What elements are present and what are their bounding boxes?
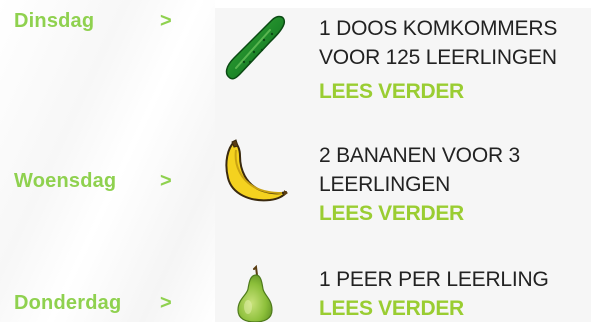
chevron-right-icon: >	[160, 10, 172, 32]
chevron-right-icon: >	[160, 170, 172, 192]
day-label: Dinsdag	[14, 10, 95, 32]
day-link-woensdag[interactable]: Woensdag >	[14, 170, 172, 193]
chevron-right-icon: >	[160, 292, 172, 314]
item-description: 1 DOOS KOMKOMMERS VOOR 125 LEERLINGEN	[319, 14, 557, 72]
read-more-link[interactable]: LEES VERDER	[319, 202, 464, 226]
pear-icon	[237, 265, 273, 322]
item-description-line: 2 BANANEN VOOR 3	[319, 144, 521, 167]
item-description-line: 1 PEER PER LEERLING	[319, 268, 549, 291]
day-label: Donderdag	[14, 292, 122, 314]
item-description-line: LEERLINGEN	[319, 173, 451, 196]
item-description: 1 PEER PER LEERLING	[319, 265, 549, 294]
day-label: Woensdag	[14, 170, 117, 192]
item-description-line: 1 DOOS KOMKOMMERS	[319, 17, 558, 40]
read-more-link[interactable]: LEES VERDER	[319, 80, 464, 104]
day-column	[0, 0, 215, 322]
day-link-donderdag[interactable]: Donderdag >	[14, 292, 172, 315]
read-more-link[interactable]: LEES VERDER	[319, 297, 464, 321]
cucumber-icon	[225, 15, 286, 80]
item-description-line: VOOR 125 LEERLINGEN	[319, 46, 557, 69]
banana-icon	[225, 139, 288, 202]
item-description: 2 BANANEN VOOR 3 LEERLINGEN	[319, 141, 520, 199]
fruit-schedule-page: Dinsdag > Woensdag > Donderdag > 1 DOOS …	[0, 0, 591, 322]
day-link-dinsdag[interactable]: Dinsdag >	[14, 10, 172, 33]
